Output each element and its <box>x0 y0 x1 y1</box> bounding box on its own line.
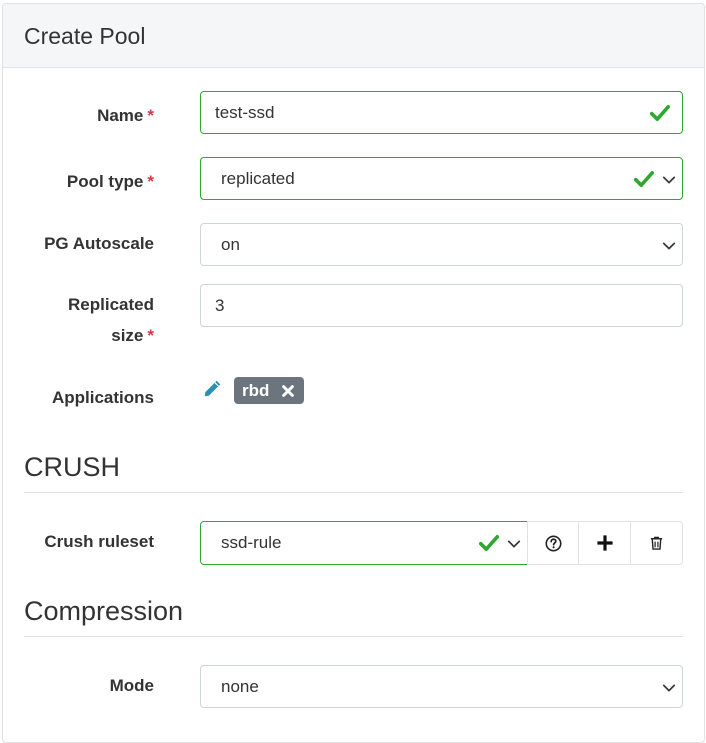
chevron-down-icon <box>662 684 676 692</box>
required-mark: * <box>147 172 154 191</box>
delete-rule-button[interactable] <box>630 521 683 565</box>
check-icon <box>649 105 671 121</box>
trash-icon <box>650 536 663 550</box>
required-mark: * <box>147 106 154 125</box>
chevron-down-icon <box>662 176 676 184</box>
check-icon <box>478 535 500 551</box>
compression-mode-select[interactable]: none <box>200 665 683 708</box>
divider <box>24 636 683 637</box>
pg-autoscale-value: on <box>221 235 240 254</box>
page-title: Create Pool <box>24 23 146 49</box>
pg-autoscale-label: PG Autoscale <box>44 234 154 253</box>
pool-type-value: replicated <box>221 169 295 188</box>
mode-label: Mode <box>109 676 154 695</box>
name-input[interactable]: test-ssd <box>200 91 683 134</box>
pencil-icon[interactable] <box>203 379 222 398</box>
check-icon <box>633 171 655 187</box>
crush-ruleset-select[interactable]: ssd-rule <box>200 521 528 565</box>
application-badge-label: rbd <box>242 381 270 400</box>
pg-autoscale-select[interactable]: on <box>200 223 683 266</box>
replicated-size-value: 3 <box>215 296 225 315</box>
required-mark: * <box>147 326 154 345</box>
replicated-size-label: Replicated size * <box>68 295 154 345</box>
name-label: Name * <box>97 106 154 125</box>
crush-ruleset-label: Crush ruleset <box>44 532 154 551</box>
question-circle-icon <box>544 534 562 552</box>
compression-section-title: Compression <box>24 596 184 626</box>
card-header: Create Pool <box>3 4 704 68</box>
name-input-value: test-ssd <box>215 103 275 122</box>
application-badge: rbd <box>234 377 305 404</box>
plus-icon <box>596 535 613 551</box>
divider <box>24 492 683 493</box>
pool-type-select[interactable]: replicated <box>200 157 683 200</box>
chevron-down-icon <box>662 242 676 250</box>
crush-section-title: CRUSH <box>24 452 121 482</box>
add-rule-button[interactable] <box>578 521 631 565</box>
crush-ruleset-value: ssd-rule <box>221 533 282 552</box>
applications-label: Applications <box>51 388 154 407</box>
pool-type-label: Pool type * <box>66 172 154 191</box>
chevron-down-icon <box>507 540 521 548</box>
help-button[interactable] <box>527 521 579 565</box>
compression-mode-value: none <box>221 677 259 696</box>
x-icon[interactable] <box>281 384 295 398</box>
replicated-size-input[interactable]: 3 <box>200 284 683 327</box>
